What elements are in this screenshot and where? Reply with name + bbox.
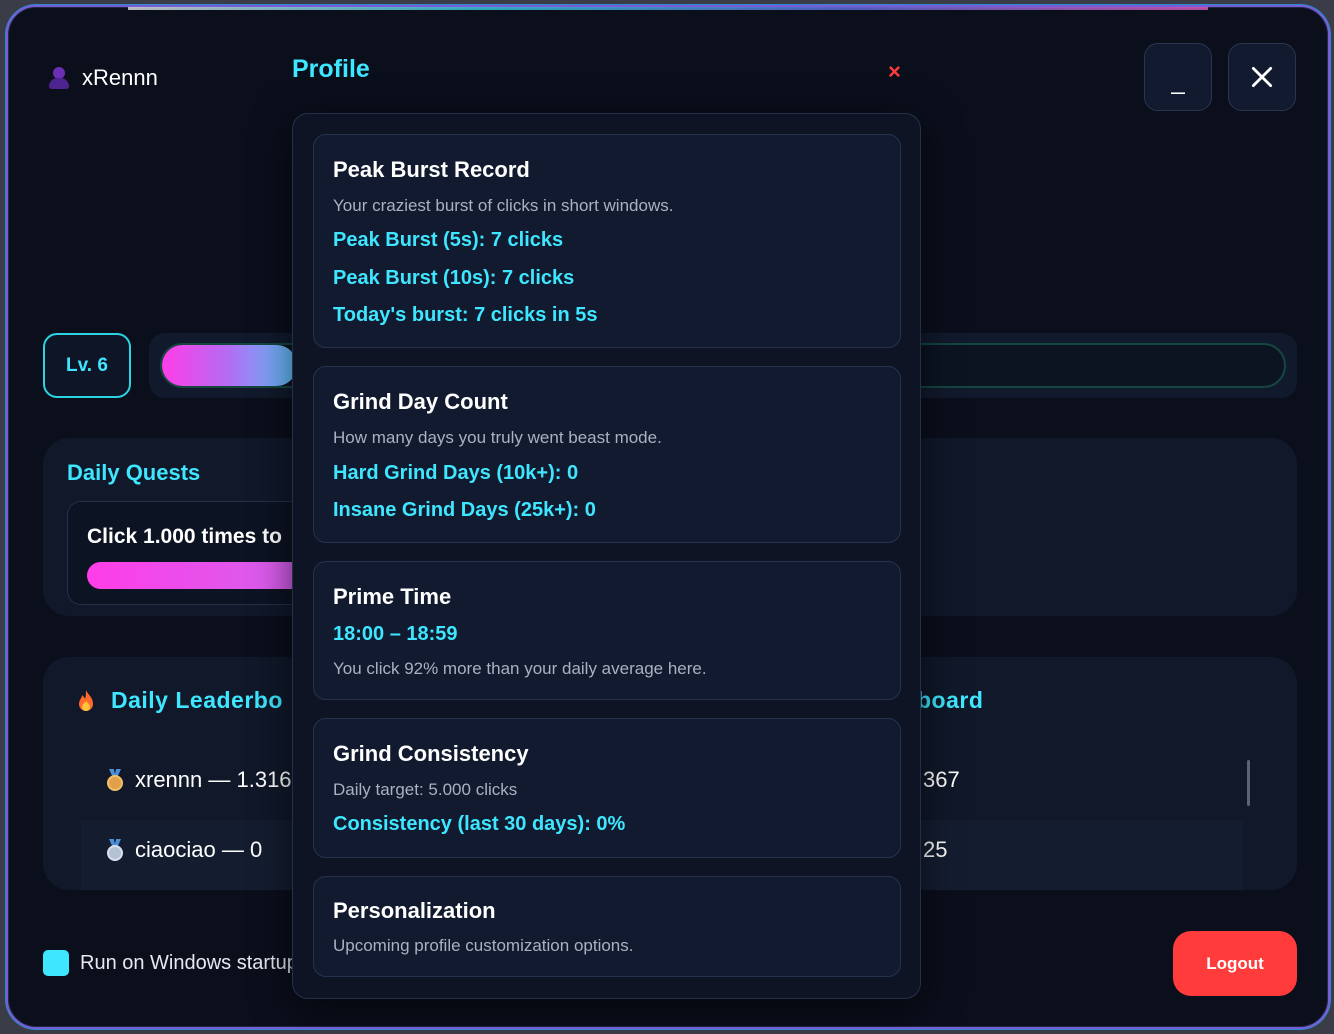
leaderboard-scrollbar[interactable]: [1247, 760, 1250, 806]
level-badge: Lv. 6: [43, 333, 131, 398]
user-icon: [48, 65, 70, 91]
card-description: Your craziest burst of clicks in short w…: [333, 196, 674, 215]
silver-medal-icon: [105, 839, 125, 861]
card-stat: Insane Grind Days (25k+): 0: [333, 499, 596, 521]
leaderboard-entry-right: 367: [923, 767, 960, 792]
card-description: Upcoming profile customization options.: [333, 936, 634, 955]
app-window: xRennn _ Lv. 6 Daily Quests Click 1.000 …: [6, 5, 1330, 1029]
card-stat: 18:00 – 18:59: [333, 623, 458, 645]
card-title: Grind Consistency: [333, 741, 529, 766]
close-icon: [1251, 66, 1273, 88]
logout-button[interactable]: Logout: [1173, 931, 1297, 996]
minimize-button[interactable]: _: [1144, 43, 1212, 111]
user-info: xRennn: [48, 65, 158, 91]
card-stat: Peak Burst (5s): 7 clicks: [333, 229, 564, 251]
prime-time-card: Prime Time 18:00 – 18:59 You click 92% m…: [313, 561, 901, 700]
profile-modal-title: Profile: [292, 55, 370, 83]
username: xRennn: [82, 65, 158, 90]
card-stat: Hard Grind Days (10k+): 0: [333, 462, 579, 484]
close-window-button[interactable]: [1228, 43, 1296, 111]
quest-text: Click 1.000 times to: [87, 525, 282, 548]
leaderboard-entry: ciaociao — 0: [135, 837, 263, 862]
personalization-card: Personalization Upcoming profile customi…: [313, 876, 901, 977]
card-title: Prime Time: [333, 584, 452, 609]
card-stat: Today's burst: 7 clicks in 5s: [333, 304, 598, 326]
peak-burst-card: Peak Burst Record Your craziest burst of…: [313, 134, 901, 348]
card-description: How many days you truly went beast mode.: [333, 428, 662, 447]
leaderboard-row: ciaociao — 0: [105, 837, 262, 863]
startup-option[interactable]: Run on Windows startup: [43, 950, 298, 976]
card-title: Peak Burst Record: [333, 157, 530, 182]
card-title: Grind Day Count: [333, 389, 508, 414]
window-border-glow: [128, 7, 1208, 10]
leaderboard-entry-right: 25: [923, 837, 948, 862]
daily-leaderboard-title: Daily Leaderbo: [111, 687, 283, 713]
startup-label: Run on Windows startup: [80, 951, 298, 974]
daily-quests-title: Daily Quests: [67, 460, 201, 485]
leaderboard-row: xrennn — 1.316: [105, 767, 292, 793]
profile-close-button[interactable]: ×: [888, 59, 901, 85]
profile-modal: Peak Burst Record Your craziest burst of…: [292, 113, 921, 999]
bronze-medal-icon: [105, 769, 125, 791]
grind-consistency-card: Grind Consistency Daily target: 5.000 cl…: [313, 718, 901, 858]
fire-icon: [79, 690, 93, 711]
leaderboard-entry: xrennn — 1.316: [135, 767, 292, 792]
card-stat: Consistency (last 30 days): 0%: [333, 813, 626, 835]
card-description: Daily target: 5.000 clicks: [333, 780, 518, 799]
startup-checkbox[interactable]: [43, 950, 69, 976]
xp-bar-fill: [162, 345, 297, 386]
card-description: You click 92% more than your daily avera…: [333, 659, 707, 678]
grind-day-card: Grind Day Count How many days you truly …: [313, 366, 901, 543]
card-title: Personalization: [333, 898, 496, 923]
card-stat: Peak Burst (10s): 7 clicks: [333, 267, 575, 289]
leaderboard-title-right: board: [917, 687, 984, 713]
